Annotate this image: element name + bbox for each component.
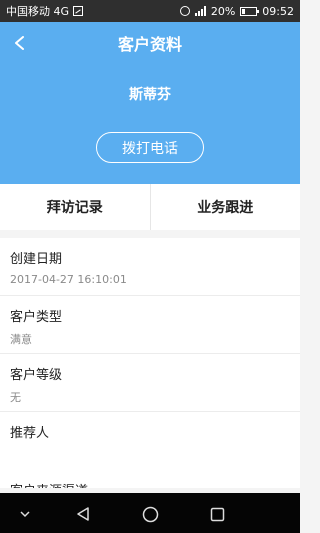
triangle-back-icon [77,507,89,521]
status-bar: 中国移动 4G 20% 09:52 [0,0,300,22]
customer-header: 客户资料 斯蒂芬 拨打电话 [0,22,300,184]
image-notification-icon [73,6,84,16]
list-item-source-channel: 客户来源渠道 [0,470,300,488]
page-title: 客户资料 [117,35,182,54]
field-label: 客户等级 [10,368,63,383]
back-button[interactable] [6,29,34,57]
signal-icon [194,6,206,16]
recents-nav-button[interactable] [208,505,226,523]
list-item-created-date: 创建日期 2017-04-27 16:10:01 [0,238,300,296]
circle-home-icon [142,506,158,522]
chevron-left-icon [15,36,24,50]
field-value: 无 [10,391,21,404]
field-label: 推荐人 [10,426,50,441]
carrier-text: 中国移动 4G [6,5,70,18]
status-left: 中国移动 4G [6,3,84,19]
battery-percent: 20% [210,4,236,18]
field-label: 创建日期 [10,252,63,267]
customer-name: 斯蒂芬 [129,87,171,103]
hide-nav-button[interactable] [16,505,34,523]
tab-visit-records[interactable]: 拜访记录 [0,184,150,230]
list-item-customer-level: 客户等级 无 [0,354,300,412]
alarm-icon [179,6,190,16]
customer-detail-list: 创建日期 2017-04-27 16:10:01 客户类型 满意 客户等级 无 … [0,238,300,488]
status-right: 20% 09:52 [179,4,294,18]
square-recents-icon [210,507,224,521]
list-item-customer-type: 客户类型 满意 [0,296,300,354]
field-value: 2017-04-27 16:10:01 [10,273,127,286]
chevron-down-icon [20,511,30,518]
home-nav-button[interactable] [141,505,159,523]
call-button[interactable]: 拨打电话 [96,132,204,163]
field-label: 客户类型 [10,310,63,325]
field-label: 客户来源渠道 [10,480,290,488]
tab-bar: 拜访记录 业务跟进 [0,184,300,230]
tab-business-followup[interactable]: 业务跟进 [149,184,301,230]
field-value: 满意 [10,333,32,346]
clock-text: 09:52 [262,4,294,18]
back-nav-button[interactable] [74,505,92,523]
list-item-referrer: 推荐人 [0,412,300,470]
nav-bar: 客户资料 [0,22,300,64]
battery-icon [240,6,260,16]
system-nav-bar [0,493,300,533]
